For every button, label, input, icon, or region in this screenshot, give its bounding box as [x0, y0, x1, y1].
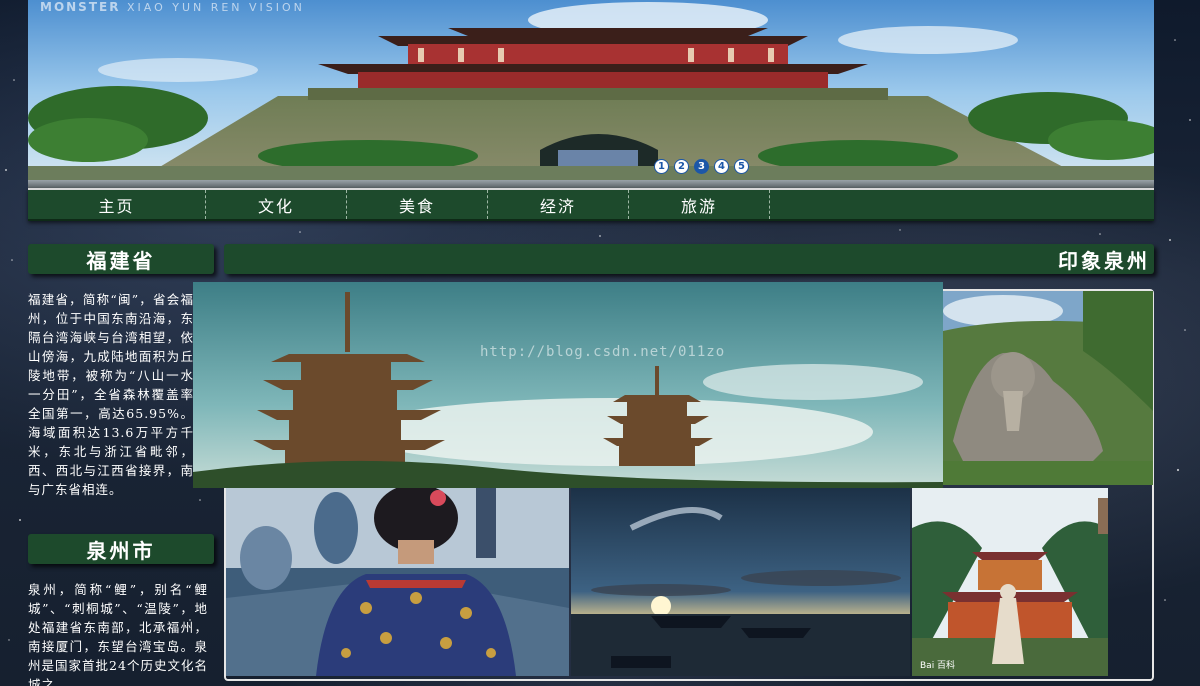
photo-temple-statue[interactable]: Bai 百科 — [912, 488, 1108, 676]
main-nav: 主页 文化 美食 经济 旅游 — [28, 188, 1154, 221]
photo-laozi-statue[interactable] — [943, 291, 1153, 485]
nav-item-travel[interactable]: 旅游 — [629, 190, 770, 219]
quanzhou-heading: 泉州市 — [28, 534, 214, 564]
photo-harbor-sunset[interactable] — [571, 488, 910, 676]
brand-sub: XIAO YUN REN VISION — [126, 1, 305, 14]
slide-dot-1[interactable]: 1 — [654, 159, 669, 174]
gallery-heading-text: 印象泉州 — [1058, 248, 1150, 273]
fujian-heading-text: 福建省 — [86, 248, 156, 273]
quanzhou-heading-text: 泉州市 — [86, 538, 156, 563]
nav-item-food[interactable]: 美食 — [347, 190, 488, 219]
nav-item-home[interactable]: 主页 — [28, 190, 206, 219]
quanzhou-description: 泉州，简称“鲤”，别名“鲤城”、“刺桐城”、“温陵”，地处福建省东南部，北承福州… — [28, 582, 208, 686]
slide-dot-3[interactable]: 3 — [694, 159, 709, 174]
slide-dot-5[interactable]: 5 — [734, 159, 749, 174]
slide-dot-2[interactable]: 2 — [674, 159, 689, 174]
banner-bottom-bar — [28, 180, 1154, 188]
nav-item-culture[interactable]: 文化 — [206, 190, 347, 219]
photo-twin-pagodas[interactable] — [193, 282, 943, 488]
slide-dot-4[interactable]: 4 — [714, 159, 729, 174]
brand-logo: MONSTER XIAO YUN REN VISION — [40, 0, 305, 14]
pavilion-banner-image — [28, 0, 1154, 186]
gallery-heading: 印象泉州 — [224, 244, 1154, 274]
fujian-heading: 福建省 — [28, 244, 214, 274]
fujian-description: 福建省，简称“闽”，省会福州，位于中国东南沿海，东隔台湾海峡与台湾相望，依山傍海… — [28, 292, 194, 497]
blog-watermark: http://blog.csdn.net/011zo — [480, 344, 726, 360]
header-banner: MONSTER XIAO YUN REN VISION 1 2 3 4 5 — [28, 0, 1154, 186]
brand-main: MONSTER — [40, 0, 121, 14]
photo-fisherwoman[interactable] — [226, 488, 569, 676]
slide-indicators: 1 2 3 4 5 — [654, 159, 749, 174]
nav-item-economy[interactable]: 经济 — [488, 190, 629, 219]
baidu-watermark: Bai 百科 — [920, 659, 955, 671]
